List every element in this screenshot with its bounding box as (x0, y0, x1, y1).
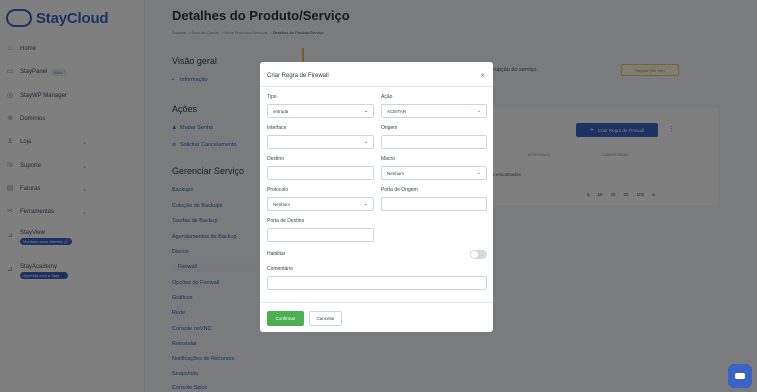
protocolo-select[interactable]: Nenhum ⌄ (267, 197, 374, 211)
destino-input[interactable] (267, 166, 374, 180)
tipo-label: Tipo (267, 94, 277, 100)
porta-origem-input[interactable] (381, 197, 487, 211)
acao-value: ACEITAR (387, 108, 407, 114)
create-firewall-rule-modal: Criar Regra de Firewall × Tipo entrada ⌄… (260, 62, 493, 332)
protocolo-label: Protocolo (267, 187, 289, 193)
chat-icon (735, 373, 745, 379)
tipo-select[interactable]: entrada ⌄ (267, 104, 374, 118)
porta-destino-label: Porta de Destino (267, 218, 305, 224)
acao-label: Ação (381, 94, 393, 100)
habilitar-label: Habilitar (267, 251, 286, 257)
tipo-value: entrada (273, 108, 289, 114)
origem-input[interactable] (381, 135, 487, 149)
cancel-button[interactable]: Cancelar (309, 311, 342, 326)
close-icon[interactable]: × (480, 72, 485, 80)
macro-value: Nenhum (387, 170, 405, 176)
divider (260, 86, 493, 87)
porta-origem-label: Porta de Origem (381, 187, 418, 193)
origem-label: Origem (381, 125, 398, 131)
protocolo-value: Nenhum (273, 201, 291, 207)
comentario-input[interactable] (267, 276, 487, 290)
interface-select[interactable]: ⌄ (267, 135, 374, 149)
chevron-down-icon: ⌄ (363, 201, 368, 207)
toggle-knob (471, 251, 478, 258)
modal-title: Criar Regra de Firewall (267, 73, 329, 79)
confirm-button[interactable]: Confirmar (267, 311, 304, 326)
chevron-down-icon: ⌄ (363, 139, 368, 145)
macro-label: Macro (381, 156, 395, 162)
porta-destino-input[interactable] (267, 228, 374, 242)
interface-label: Interface (267, 125, 287, 131)
comentario-label: Comentário (267, 266, 293, 272)
macro-select[interactable]: Nenhum ⌄ (381, 166, 487, 180)
chevron-down-icon: ⌄ (476, 108, 481, 114)
destino-label: Destino (267, 156, 284, 162)
divider (260, 302, 493, 303)
chat-button[interactable] (728, 364, 752, 388)
habilitar-toggle[interactable] (470, 250, 487, 259)
chevron-down-icon: ⌄ (476, 170, 481, 176)
chevron-down-icon: ⌄ (363, 108, 368, 114)
acao-select[interactable]: ACEITAR ⌄ (381, 104, 487, 118)
